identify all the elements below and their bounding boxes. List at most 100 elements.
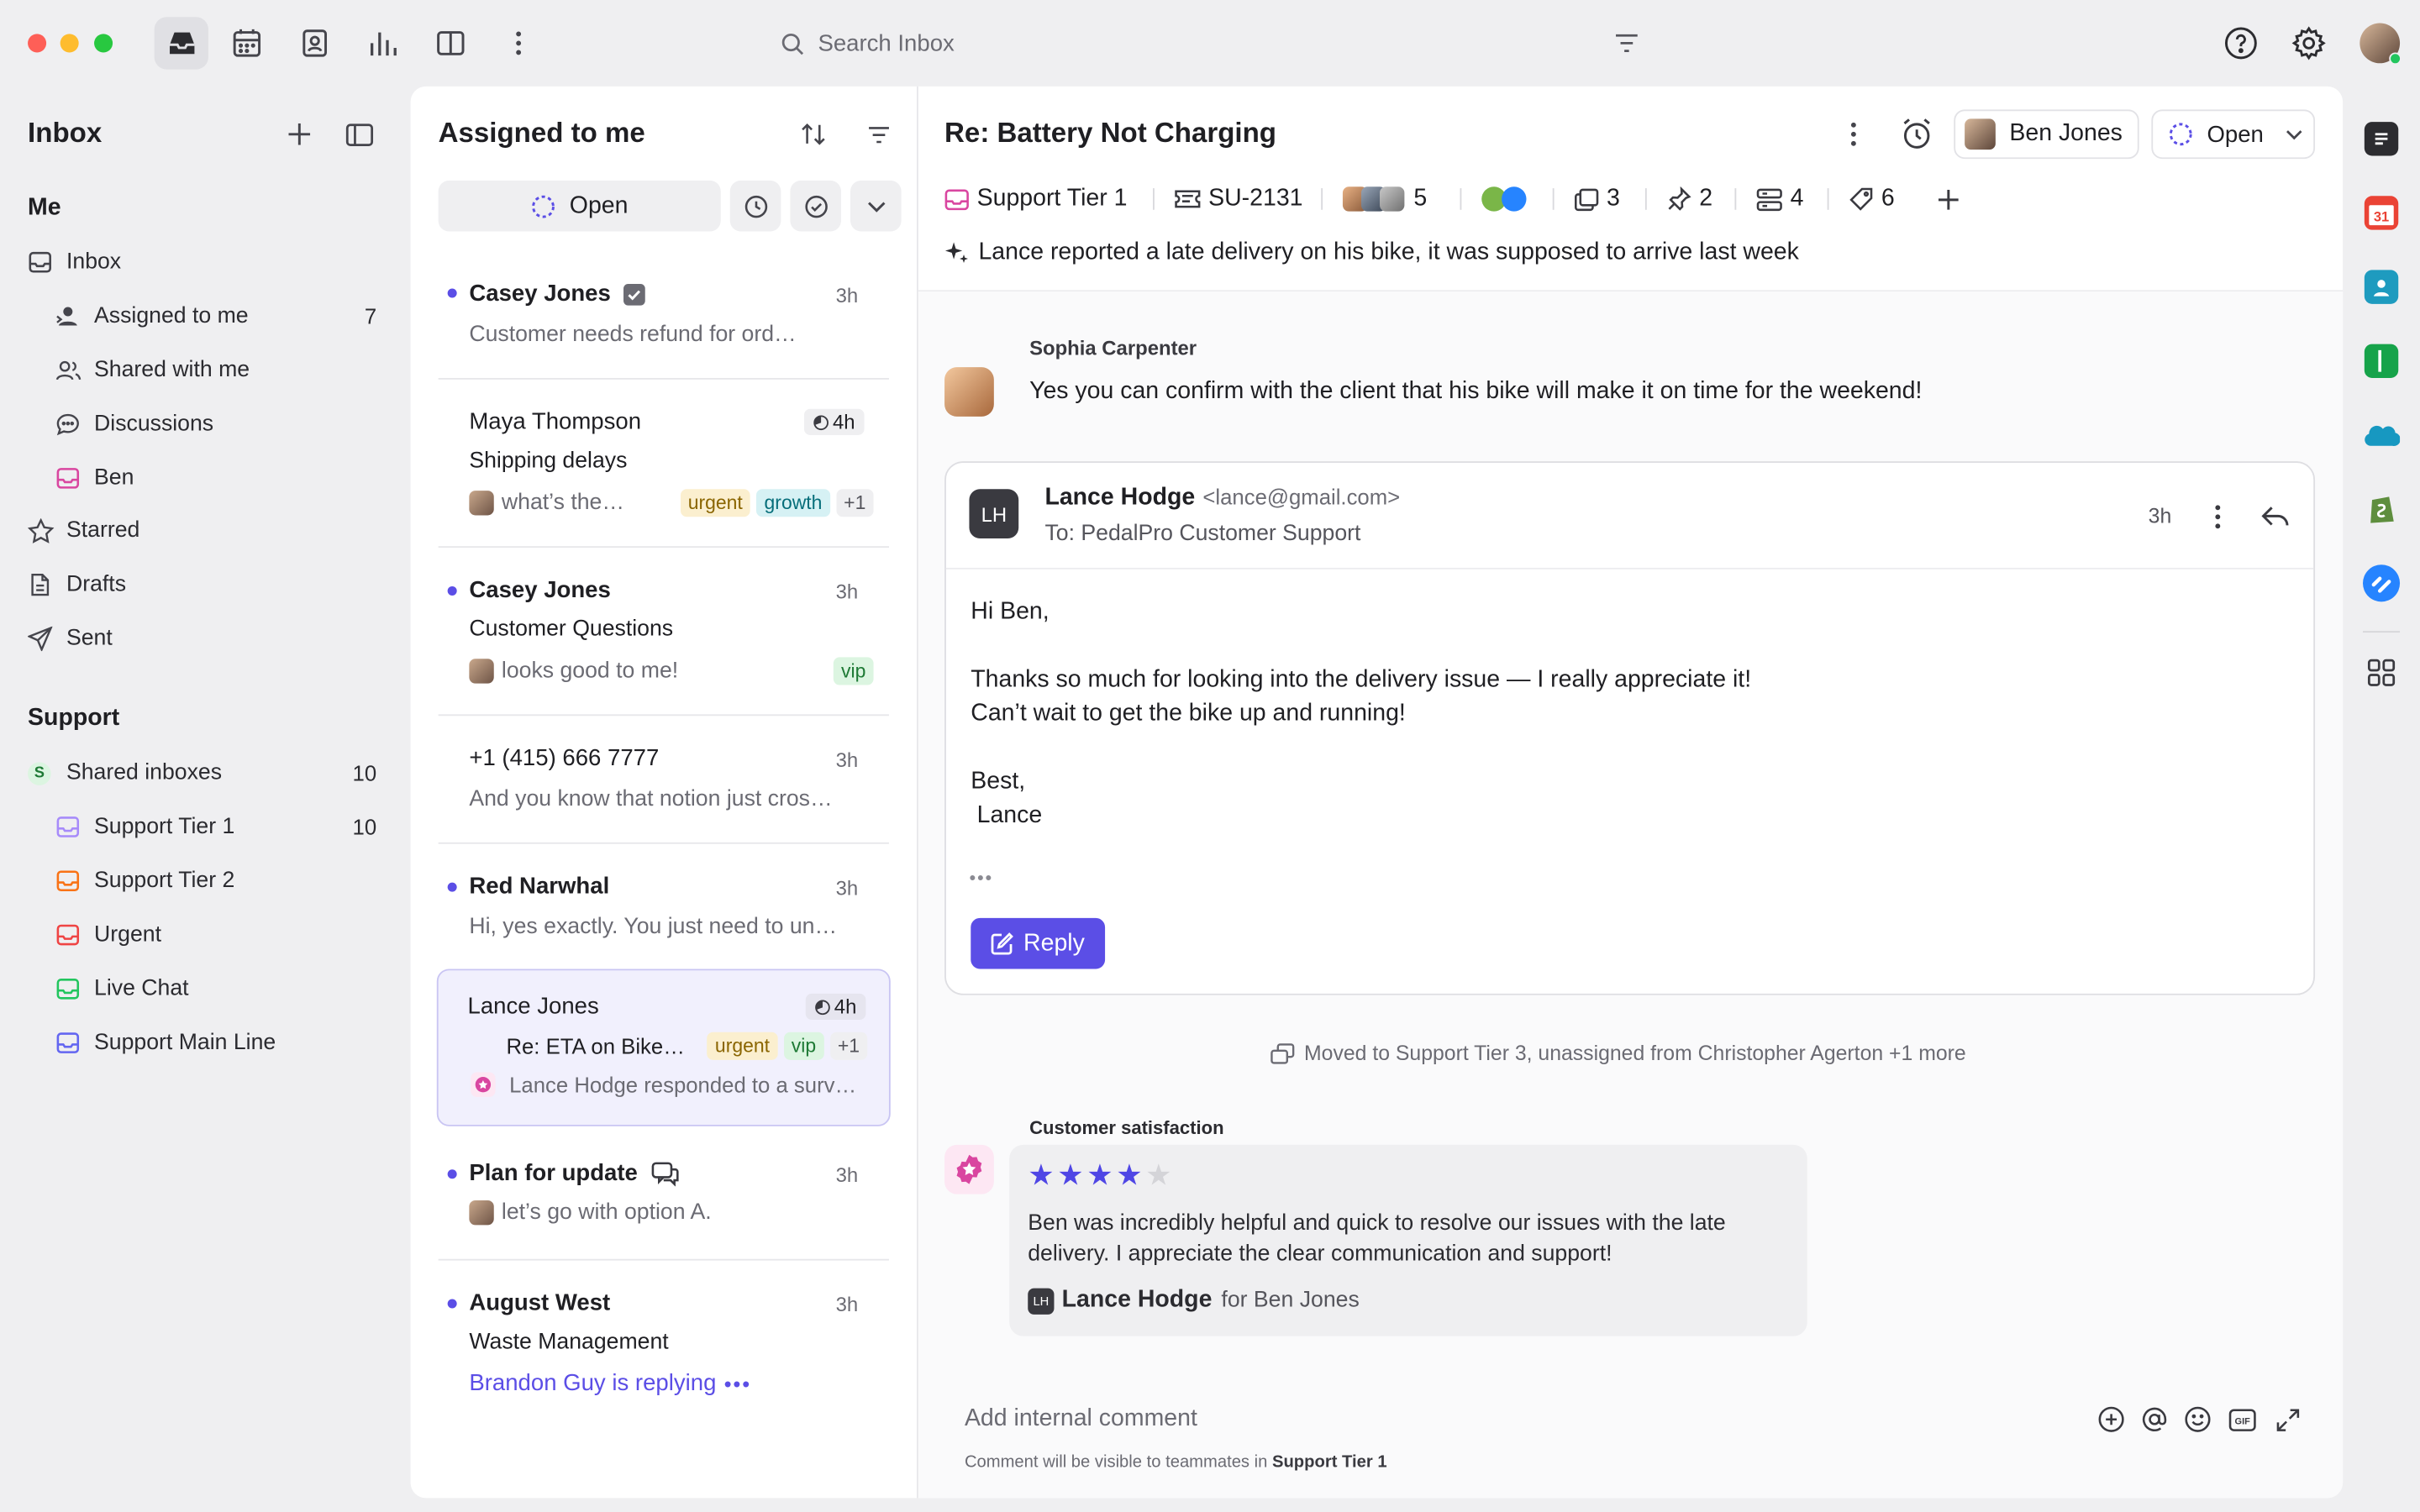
apps-grid-icon[interactable] bbox=[2366, 657, 2397, 688]
emoji-icon[interactable] bbox=[2182, 1404, 2213, 1435]
section-support-title: Support bbox=[28, 705, 120, 732]
search-bar[interactable]: Search Inbox bbox=[771, 22, 1605, 65]
user-avatar[interactable] bbox=[2360, 23, 2402, 66]
tag-more: +1 bbox=[829, 1032, 868, 1060]
status-dropdown[interactable]: Open bbox=[2151, 109, 2316, 160]
tag-urgent: urgent bbox=[707, 1032, 778, 1060]
inbox-icon bbox=[944, 187, 969, 211]
ticket-id-chip[interactable]: SU-2131 bbox=[1175, 182, 1303, 216]
activity-event: Moved to Support Tier 3, unassigned from… bbox=[1270, 1042, 1966, 1064]
fields-icon bbox=[1756, 187, 1782, 211]
snoozed-filter-clock-icon[interactable] bbox=[729, 180, 781, 232]
sidebar-item-support-tier-1[interactable]: Support Tier 1 10 bbox=[55, 806, 382, 848]
green-book-icon[interactable] bbox=[2364, 344, 2399, 378]
more-vertical-icon[interactable] bbox=[2202, 500, 2233, 533]
csat-feedback: Ben was incredibly helpful and quick to … bbox=[1028, 1210, 1726, 1267]
sidebar-toggle-icon[interactable] bbox=[343, 118, 376, 150]
checkbox-checked-icon bbox=[623, 283, 645, 305]
reply-icon[interactable] bbox=[2258, 500, 2291, 533]
list-item[interactable]: Plan for update 3h let’s go with option … bbox=[439, 1142, 889, 1252]
calendar-31-icon[interactable]: 31 bbox=[2364, 196, 2399, 230]
followers-chip[interactable]: 5 bbox=[1342, 182, 1427, 216]
more-vertical-icon[interactable] bbox=[500, 24, 537, 61]
list-item[interactable]: +1 (415) 666 7777 3h And you know that n… bbox=[439, 730, 889, 841]
sort-icon[interactable] bbox=[797, 118, 830, 150]
support-tier-1-count: 10 bbox=[352, 814, 377, 840]
help-icon[interactable] bbox=[2223, 24, 2260, 61]
list-item-selected[interactable]: Lance Jones 4h Re: ETA on Bike… urgent v… bbox=[436, 969, 891, 1126]
filter-icon[interactable] bbox=[861, 118, 895, 150]
sidebar-item-discussions[interactable]: Discussions bbox=[55, 402, 382, 445]
salesforce-icon[interactable] bbox=[2363, 420, 2401, 451]
sidebar-item-starred[interactable]: Starred bbox=[28, 509, 382, 552]
rail-divider bbox=[2362, 631, 2401, 633]
analytics-icon[interactable] bbox=[364, 24, 401, 61]
contact-card-icon[interactable] bbox=[2364, 270, 2399, 304]
linked-conversations-chip[interactable]: 3 bbox=[1574, 182, 1620, 216]
calendar-icon[interactable] bbox=[229, 24, 266, 61]
sender-name[interactable]: Lance Hodge bbox=[1044, 485, 1195, 512]
meta-divider bbox=[1153, 188, 1155, 210]
star-filled-icon: ★ bbox=[1116, 1160, 1143, 1193]
tags-chip[interactable]: 6 bbox=[1849, 182, 1895, 216]
split-view-icon[interactable] bbox=[432, 24, 469, 61]
reply-button[interactable]: Reply bbox=[971, 917, 1106, 969]
sidebar-item-support-main-line[interactable]: Support Main Line bbox=[55, 1021, 382, 1064]
chevron-down-icon[interactable] bbox=[850, 180, 902, 232]
done-filter-check-icon[interactable] bbox=[790, 180, 842, 232]
inbox-icon[interactable] bbox=[154, 17, 208, 70]
snooze-alarm-icon[interactable] bbox=[1898, 116, 1935, 153]
list-item[interactable]: August West 3h Waste Management Brandon … bbox=[439, 1274, 889, 1429]
search-input[interactable]: Search Inbox bbox=[818, 30, 954, 56]
add-circle-icon[interactable] bbox=[2096, 1404, 2127, 1435]
filter-icon[interactable] bbox=[1612, 28, 1643, 59]
list-item[interactable]: Maya Thompson 4h Shipping delays what’s … bbox=[439, 393, 889, 548]
add-icon[interactable] bbox=[284, 118, 315, 150]
sidebar-item-drafts[interactable]: Drafts bbox=[28, 563, 382, 606]
sidebar-item-inbox[interactable]: Inbox bbox=[28, 241, 382, 284]
contacts-icon[interactable] bbox=[297, 24, 334, 61]
status-filter-open[interactable]: Open bbox=[438, 180, 721, 232]
inbox-chip[interactable]: Support Tier 1 bbox=[944, 182, 1127, 216]
more-vertical-icon[interactable] bbox=[1839, 118, 1870, 150]
notes-icon[interactable] bbox=[2364, 122, 2399, 156]
list-item[interactable]: Casey Jones 3h Customer needs refund for… bbox=[439, 265, 889, 376]
minimize-window-button[interactable] bbox=[60, 34, 79, 53]
show-quoted-icon[interactable]: ••• bbox=[969, 867, 993, 889]
typing-dots-icon: ••• bbox=[723, 1370, 752, 1396]
sidebar-item-sent[interactable]: Sent bbox=[28, 617, 382, 660]
sidebar-item-live-chat[interactable]: Live Chat bbox=[55, 968, 382, 1011]
sidebar-item-urgent[interactable]: Urgent bbox=[55, 913, 382, 956]
expand-icon[interactable] bbox=[2272, 1404, 2303, 1435]
rating-stars: ★ ★ ★ ★ ★ bbox=[1028, 1158, 1175, 1194]
list-item[interactable]: Casey Jones 3h Customer Questions looks … bbox=[439, 562, 889, 717]
zoom-window-button[interactable] bbox=[94, 34, 113, 53]
inbox-icon bbox=[28, 250, 59, 275]
ticket-icon bbox=[1175, 188, 1201, 210]
list-divider bbox=[438, 714, 889, 717]
sidebar-item-shared[interactable]: Shared with me bbox=[55, 349, 382, 391]
comment-author: Sophia Carpenter bbox=[1029, 336, 1197, 360]
email-message: LH Lance Hodge <lance@gmail.com> To: Ped… bbox=[944, 461, 2316, 995]
jira-icon[interactable] bbox=[2362, 564, 2401, 602]
shopify-icon[interactable] bbox=[2366, 491, 2397, 524]
assigned-count: 7 bbox=[364, 303, 377, 329]
sidebar-item-support-tier-2[interactable]: Support Tier 2 bbox=[55, 859, 382, 902]
sidebar-item-assigned[interactable]: Assigned to me 7 bbox=[55, 295, 382, 338]
add-icon[interactable] bbox=[1933, 184, 1964, 215]
sidebar-item-shared-inboxes[interactable]: S Shared inboxes 10 bbox=[28, 751, 382, 794]
linked-copy-icon bbox=[1574, 187, 1599, 211]
close-window-button[interactable] bbox=[28, 34, 47, 53]
ai-summary: Lance reported a late delivery on his bi… bbox=[944, 239, 1799, 267]
gear-icon[interactable] bbox=[2291, 24, 2328, 61]
list-item[interactable]: Red Narwhal 3h Hi, yes exactly. You just… bbox=[439, 858, 889, 969]
tag-icon bbox=[1849, 186, 1873, 211]
mention-icon[interactable] bbox=[2139, 1404, 2170, 1435]
integrations-chip[interactable] bbox=[1481, 182, 1527, 216]
internal-comment-input[interactable]: Add internal comment bbox=[965, 1405, 1197, 1433]
sidebar-item-ben[interactable]: Ben bbox=[55, 457, 382, 500]
assignee-button[interactable]: Ben Jones bbox=[1954, 109, 2139, 160]
gif-icon[interactable]: GIF bbox=[2226, 1404, 2260, 1435]
pins-chip[interactable]: 2 bbox=[1667, 182, 1712, 216]
custom-fields-chip[interactable]: 4 bbox=[1756, 182, 1803, 216]
